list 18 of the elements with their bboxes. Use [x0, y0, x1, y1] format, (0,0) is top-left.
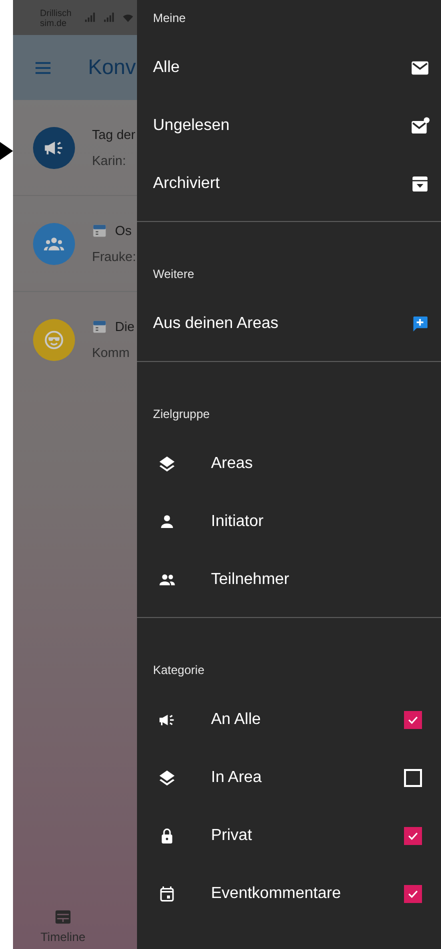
item-label: Areas [211, 454, 254, 474]
item-label: Privat [211, 826, 253, 846]
message-preview: Komm [92, 344, 131, 362]
message-preview: Karin: [92, 152, 127, 170]
conversation-title: Os [115, 222, 132, 240]
section-heading: Weitere [152, 266, 196, 283]
item-label: An Alle [211, 710, 262, 730]
conversation-title: Tag der [92, 126, 136, 144]
item-label: Initiator [211, 512, 264, 532]
conversation-title: Die [115, 318, 135, 336]
item-label: Eventkommentare [211, 884, 342, 904]
item-label: In Area [211, 768, 263, 788]
item-label: Teilnehmer [211, 570, 290, 590]
message-preview: Frauke: [92, 248, 136, 266]
section-heading: Zielgruppe [152, 406, 211, 423]
section-heading: Meine [152, 10, 187, 27]
app-title: Konv [88, 54, 136, 81]
section-heading: Kategorie [152, 662, 206, 679]
